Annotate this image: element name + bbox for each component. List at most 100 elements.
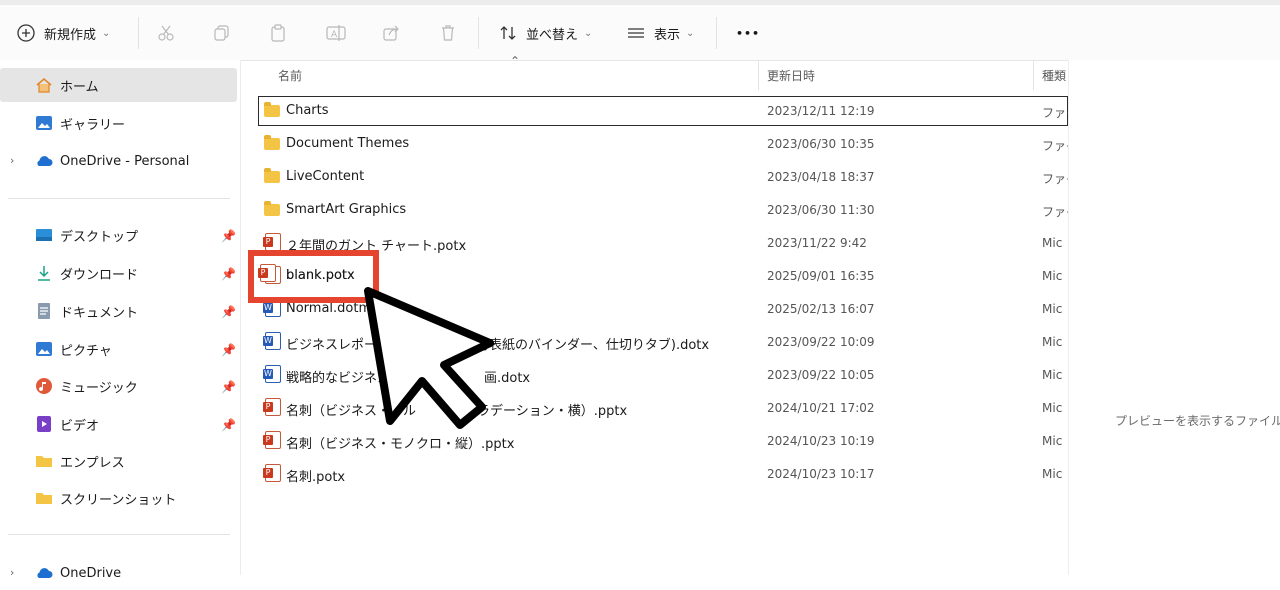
nav-label: ギャラリー <box>60 117 126 133</box>
nav-item-screenshots[interactable]: スクリーンショット <box>34 481 176 515</box>
file-row[interactable]: Document Themes 2023/06/30 10:35 ファイ <box>258 129 1078 159</box>
pin-icon[interactable]: 📌 <box>221 305 236 319</box>
new-button[interactable]: 新規作成 ⌄ <box>16 21 110 45</box>
view-button[interactable]: 表示 ⌄ <box>626 21 694 45</box>
highlight-label: blank.potx <box>286 268 355 283</box>
file-date: 2024/10/23 10:17 <box>767 467 875 481</box>
file-type: Mic <box>1042 236 1063 250</box>
gallery-icon <box>34 113 54 133</box>
file-row[interactable]: SmartArt Graphics 2023/06/30 11:30 ファイ <box>258 195 1078 225</box>
pin-icon[interactable]: 📌 <box>221 418 236 432</box>
folder-icon <box>264 168 280 183</box>
file-date: 2023/11/22 9:42 <box>767 236 867 250</box>
toolbar-divider <box>138 17 139 49</box>
nav-item-downloads[interactable]: ダウンロード <box>34 256 138 290</box>
nav-label: ドキュメント <box>60 305 139 321</box>
nav-label: OneDrive - Personal <box>60 153 190 169</box>
download-icon <box>34 263 54 283</box>
nav-divider <box>8 198 230 199</box>
home-icon <box>34 75 54 95</box>
view-label: 表示 <box>654 27 681 43</box>
column-header-name[interactable]: 名前 <box>278 60 302 90</box>
file-type: Mic <box>1042 401 1063 415</box>
column-divider[interactable] <box>758 60 759 90</box>
sort-ascending-icon: ⌃ <box>510 54 521 68</box>
share-button[interactable] <box>381 21 401 45</box>
word-file-icon: W <box>263 365 281 383</box>
nav-item-onedrive-personal[interactable]: OneDrive - Personal <box>34 144 189 178</box>
word-file-icon: W <box>263 332 281 350</box>
file-row[interactable]: P ２年間のガント チャート.potx 2023/11/22 9:42 Mic <box>258 228 1068 258</box>
folder-icon <box>34 488 54 508</box>
column-divider[interactable] <box>1033 60 1034 90</box>
pin-icon[interactable]: 📌 <box>221 343 236 357</box>
folder-icon <box>264 135 280 150</box>
paste-button[interactable] <box>268 21 288 45</box>
file-date: 2024/10/23 10:19 <box>767 434 875 448</box>
cloud-icon <box>34 563 54 583</box>
sort-label: 並べ替え <box>526 27 579 43</box>
rename-icon: A <box>326 25 346 41</box>
document-icon <box>34 301 54 321</box>
nav-label: ダウンロード <box>60 267 139 283</box>
file-name-tail: 背表紙のバインダー、仕切りタブ).dotx <box>476 338 710 353</box>
nav-item-gallery[interactable]: ギャラリー <box>34 106 125 140</box>
share-icon <box>383 25 399 41</box>
file-type: Mic <box>1042 335 1063 349</box>
powerpoint-file-icon: P <box>263 398 281 416</box>
pin-icon[interactable]: 📌 <box>221 229 236 243</box>
chevron-right-icon[interactable]: › <box>10 154 14 167</box>
toolbar-divider <box>478 17 479 49</box>
pin-icon[interactable]: 📌 <box>221 380 236 394</box>
nav-label: ビデオ <box>60 418 100 434</box>
view-lines-icon <box>628 28 644 38</box>
nav-item-templates[interactable]: エンプレス <box>34 444 125 478</box>
file-name: 名刺.potx <box>286 470 346 485</box>
chevron-down-icon: ⌄ <box>584 27 593 39</box>
cut-button[interactable] <box>156 21 176 45</box>
copy-icon <box>214 25 229 41</box>
nav-label: ホーム <box>60 79 99 95</box>
nav-label: OneDrive <box>60 565 122 581</box>
sort-button[interactable]: 並べ替え ⌄ <box>498 21 592 45</box>
file-row[interactable]: LiveContent 2023/04/18 18:37 ファイ <box>258 162 1078 192</box>
file-name: LiveContent <box>286 169 365 184</box>
file-row[interactable]: P 名刺.potx 2024/10/23 10:17 Mic <box>258 459 1068 489</box>
copy-button[interactable] <box>212 21 232 45</box>
file-date: 2023/06/30 10:35 <box>767 137 875 151</box>
sort-icon <box>500 26 516 40</box>
folder-icon <box>264 201 280 216</box>
more-options-button[interactable]: ••• <box>736 21 760 45</box>
file-type: Mic <box>1042 302 1063 316</box>
file-row-charts[interactable]: Charts 2023/12/11 12:19 ファイ <box>258 96 1078 126</box>
powerpoint-file-icon: P <box>258 264 276 282</box>
file-name: 名刺（ビジネス・モノクロ・縦）.pptx <box>286 437 515 452</box>
nav-item-pictures[interactable]: ピクチャ <box>34 332 112 366</box>
delete-button[interactable] <box>438 21 458 45</box>
trash-icon <box>442 25 454 41</box>
desktop-icon <box>34 225 54 245</box>
powerpoint-file-icon: P <box>263 464 281 482</box>
nav-item-home[interactable]: ホーム <box>0 68 237 102</box>
nav-item-videos[interactable]: ビデオ <box>34 407 99 441</box>
nav-item-music[interactable]: ミュージック <box>34 369 138 403</box>
nav-item-onedrive[interactable]: OneDrive <box>34 556 121 590</box>
chevron-right-icon[interactable]: › <box>10 566 14 579</box>
column-header-modified[interactable]: 更新日時 <box>767 60 815 90</box>
clipboard-icon <box>271 24 285 42</box>
nav-item-documents[interactable]: ドキュメント <box>34 294 138 328</box>
nav-label: ミュージック <box>60 380 138 396</box>
nav-divider <box>8 534 230 535</box>
new-label: 新規作成 <box>44 27 97 43</box>
folder-icon <box>34 451 54 471</box>
nav-item-desktop[interactable]: デスクトップ <box>34 218 138 252</box>
file-name: Document Themes <box>286 136 410 151</box>
cloud-icon <box>34 151 54 171</box>
pin-icon[interactable]: 📌 <box>221 267 236 281</box>
svg-text:A: A <box>331 30 338 40</box>
column-header-type[interactable]: 種類 <box>1042 60 1066 90</box>
file-type: Mic <box>1042 467 1063 481</box>
music-icon <box>34 376 54 396</box>
rename-button[interactable]: A <box>325 21 347 45</box>
preview-pane: プレビューを表示するファイルを選 <box>1068 60 1280 575</box>
